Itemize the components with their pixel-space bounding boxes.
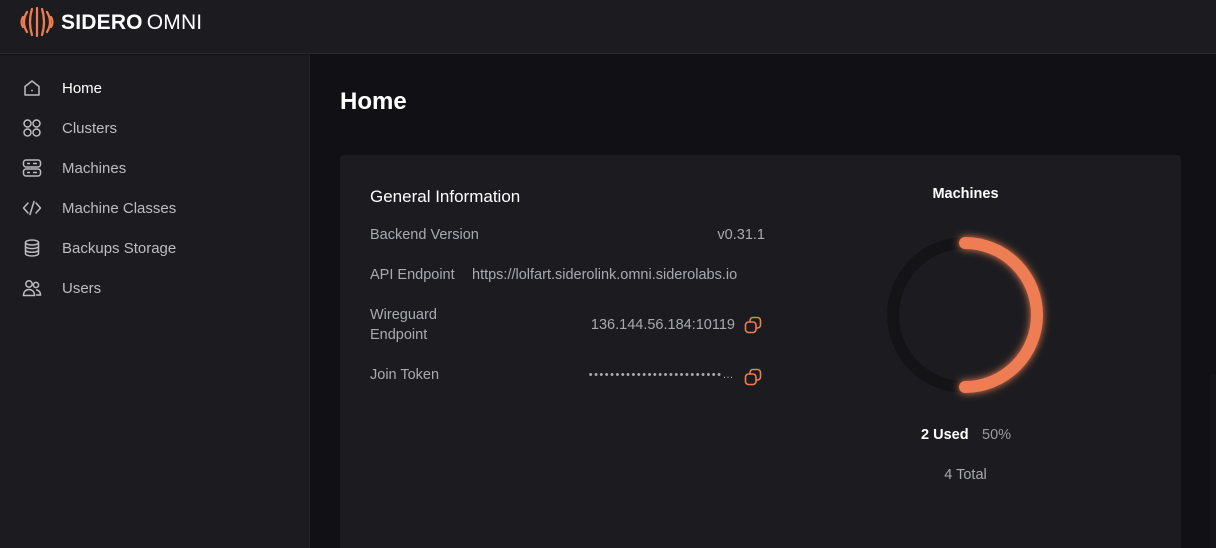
wireguard-label-line2: Endpoint bbox=[370, 327, 428, 343]
machines-used-percent: 50% bbox=[982, 427, 1012, 443]
code-icon bbox=[22, 198, 42, 218]
brand-primary: SIDERO bbox=[61, 11, 143, 34]
machines-chart-title: Machines bbox=[932, 186, 999, 202]
copy-icon[interactable] bbox=[743, 367, 763, 387]
backend-version-value: v0.31.1 bbox=[717, 227, 765, 243]
brand-secondary: OMNI bbox=[146, 11, 203, 34]
database-icon bbox=[22, 238, 42, 258]
sidebar-item-backups-storage[interactable]: Backups Storage bbox=[0, 228, 310, 268]
machines-total: 4 Total bbox=[944, 467, 987, 483]
top-header: SIDERO OMNI bbox=[0, 0, 1216, 54]
api-endpoint-label: API Endpoint bbox=[370, 267, 455, 283]
sidebar-item-machines[interactable]: Machines bbox=[0, 148, 310, 188]
copy-icon[interactable] bbox=[743, 315, 763, 335]
sidebar-item-label: Home bbox=[62, 79, 103, 97]
sidebar-item-machine-classes[interactable]: Machine Classes bbox=[0, 188, 310, 228]
backend-version-label: Backend Version bbox=[370, 227, 479, 243]
server-icon bbox=[22, 158, 42, 178]
sidebar-item-label: Machine Classes bbox=[62, 199, 177, 217]
home-icon bbox=[22, 78, 42, 98]
scrollbar-track[interactable] bbox=[1210, 374, 1216, 548]
brand-name[interactable]: SIDERO OMNI bbox=[61, 11, 202, 35]
sidebar: Home Clusters Machines Machine Classes B… bbox=[0, 55, 310, 548]
wireguard-label-line1: Wireguard bbox=[370, 307, 437, 323]
sidebar-item-label: Users bbox=[62, 279, 102, 297]
wireguard-endpoint-value: 136.144.56.184:10119 bbox=[590, 317, 735, 333]
sidebar-item-users[interactable]: Users bbox=[0, 268, 310, 308]
join-token-label: Join Token bbox=[370, 367, 440, 383]
general-information-title: General Information bbox=[370, 187, 521, 206]
sidebar-item-clusters[interactable]: Clusters bbox=[0, 108, 310, 148]
machines-used: 2 Used bbox=[921, 427, 969, 443]
sidebar-item-home[interactable]: Home bbox=[0, 68, 310, 108]
sidero-logo-icon[interactable] bbox=[19, 4, 55, 40]
wireguard-endpoint-label: Wireguard Endpoint bbox=[370, 305, 437, 345]
page-title: Home bbox=[340, 88, 407, 115]
donut-used-arc bbox=[959, 237, 1043, 393]
grid-icon bbox=[22, 118, 42, 138]
users-icon bbox=[22, 278, 42, 298]
general-information-card: General Information Backend Version v0.3… bbox=[340, 155, 1181, 548]
sidebar-item-label: Backups Storage bbox=[62, 239, 177, 257]
sidebar-item-label: Clusters bbox=[62, 119, 118, 137]
api-endpoint-value: https://lolfart.siderolink.omni.siderola… bbox=[472, 267, 738, 283]
sidebar-item-label: Machines bbox=[62, 159, 127, 177]
machines-donut-chart bbox=[887, 237, 1043, 393]
join-token-value: •••••••••••••••••••••••••… bbox=[588, 369, 735, 381]
